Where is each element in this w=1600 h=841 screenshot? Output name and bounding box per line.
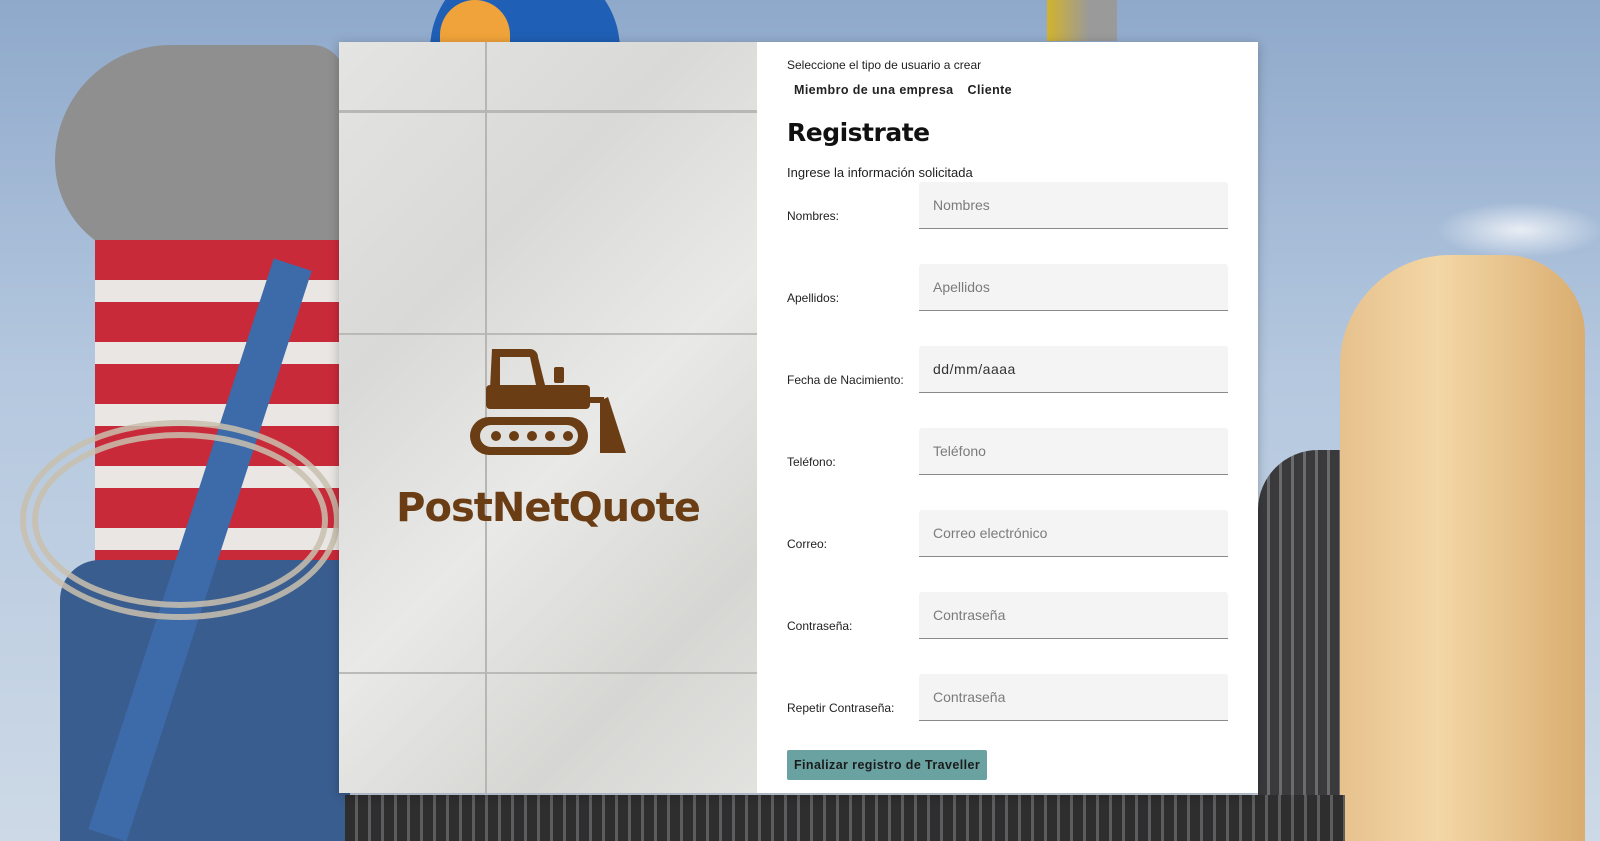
form-fields: Nombres: Apellidos: Fecha de Nacimiento:… (787, 182, 1228, 756)
user-type-prompt: Seleccione el tipo de usuario a crear (787, 58, 982, 72)
field-row-last-name: Apellidos: (787, 264, 1228, 346)
email-label: Correo: (787, 537, 828, 551)
field-row-birthdate: Fecha de Nacimiento: dd/mm/aaaa (787, 346, 1228, 428)
phone-label: Teléfono: (787, 455, 836, 469)
birthdate-label: Fecha de Nacimiento: (787, 373, 904, 387)
phone-input[interactable] (919, 428, 1228, 475)
last-name-input[interactable] (919, 264, 1228, 311)
password-input[interactable] (919, 592, 1228, 639)
password-label: Contraseña: (787, 619, 853, 633)
crane-pole (1047, 0, 1117, 41)
registration-card: PostNetQuote Seleccione el tipo de usuar… (339, 42, 1258, 793)
tab-client[interactable]: Cliente (961, 80, 1019, 100)
brand-name: PostNetQuote (396, 484, 701, 531)
field-row-first-name: Nombres: (787, 182, 1228, 264)
field-row-email: Correo: (787, 510, 1228, 592)
first-name-label: Nombres: (787, 209, 840, 223)
rope-coil (20, 420, 340, 620)
wooden-reel (1340, 255, 1585, 841)
field-row-password: Contraseña: (787, 592, 1228, 674)
field-row-phone: Teléfono: (787, 428, 1228, 510)
cable-floor (345, 795, 1345, 841)
user-type-tabs: Miembro de una empresa Cliente (787, 80, 1228, 100)
submit-button[interactable]: Finalizar registro de Traveller (787, 750, 988, 780)
bulldozer-icon (470, 348, 626, 455)
page-title: Registrate (787, 118, 930, 147)
field-row-repeat-password: Repetir Contraseña: (787, 674, 1228, 756)
tab-company-member[interactable]: Miembro de una empresa (787, 80, 961, 100)
form-subtitle: Ingrese la información solicitada (787, 165, 973, 180)
repeat-password-label: Repetir Contraseña: (787, 701, 895, 715)
registration-form: Seleccione el tipo de usuario a crear Mi… (757, 42, 1258, 793)
email-input[interactable] (919, 510, 1228, 557)
worker-sleeve (55, 45, 345, 260)
first-name-input[interactable] (919, 182, 1228, 229)
last-name-label: Apellidos: (787, 291, 840, 305)
birthdate-input[interactable]: dd/mm/aaaa (919, 346, 1228, 393)
brand-panel: PostNetQuote (339, 42, 757, 793)
repeat-password-input[interactable] (919, 674, 1228, 721)
